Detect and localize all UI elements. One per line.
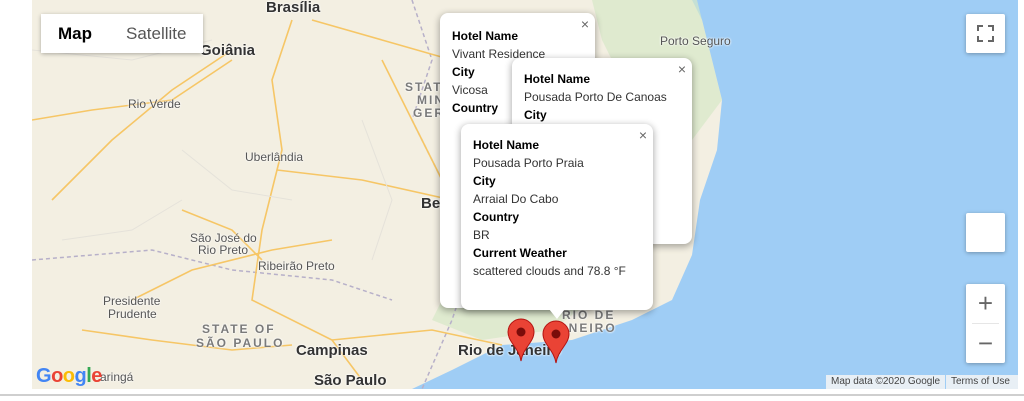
map-marker-icon[interactable] [542,320,570,364]
place-label: Prudente [108,307,157,321]
close-icon[interactable]: × [639,126,647,144]
city-label: City [524,108,547,122]
street-view-pegman-button[interactable] [966,213,1005,252]
info-window-tail [549,309,565,319]
map-data-attribution: Map data ©2020 Google [826,375,946,389]
city-value: Arraial Do Cabo [473,192,559,206]
close-icon[interactable]: × [678,60,686,78]
place-label: Campinas [296,342,368,359]
state-label: STATE OF [202,322,276,336]
place-label: São Paulo [314,372,387,389]
place-label: Uberlândia [245,150,304,164]
zoom-in-button[interactable]: + [966,284,1005,323]
zoom-out-button[interactable]: − [966,324,1005,363]
country-value: BR [473,228,490,242]
divider [0,394,1024,396]
weather-value: scattered clouds and 78.8 °F [473,264,626,278]
hotel-name-value: Pousada Porto Praia [473,156,584,170]
city-label: City [473,174,496,188]
place-label: Rio Verde [128,97,181,111]
map-type-control: Map Satellite [41,14,204,53]
weather-label: Current Weather [473,246,567,260]
terms-of-use-link[interactable]: Terms of Use [946,375,1018,389]
place-label: Presidente [103,294,161,308]
country-label: Country [473,210,519,224]
google-logo[interactable]: Google [36,365,102,388]
fullscreen-icon [977,25,994,42]
place-label: Ribeirão Preto [258,259,335,273]
close-icon[interactable]: × [581,15,589,33]
hotel-info-window[interactable]: Hotel Name Pousada Porto Praia City Arra… [461,124,653,310]
place-label: Goiânia [200,42,256,59]
hotel-name-label: Hotel Name [473,138,540,152]
map-type-satellite-button[interactable]: Satellite [109,14,204,53]
state-label: SÃO PAULO [196,336,285,350]
map-marker-icon[interactable] [507,318,535,362]
place-label: Rio Preto [198,243,249,257]
hotel-name-value: Pousada Porto De Canoas [524,90,667,104]
hotel-name-label: Hotel Name [452,29,519,43]
hotel-name-label: Hotel Name [524,72,591,86]
zoom-control: + − [966,284,1005,363]
place-label: aringá [100,370,134,384]
fullscreen-button[interactable] [966,14,1005,53]
map-type-map-button[interactable]: Map [41,14,109,53]
place-label: Porto Seguro [660,34,731,48]
place-label: Brasília [266,0,321,16]
